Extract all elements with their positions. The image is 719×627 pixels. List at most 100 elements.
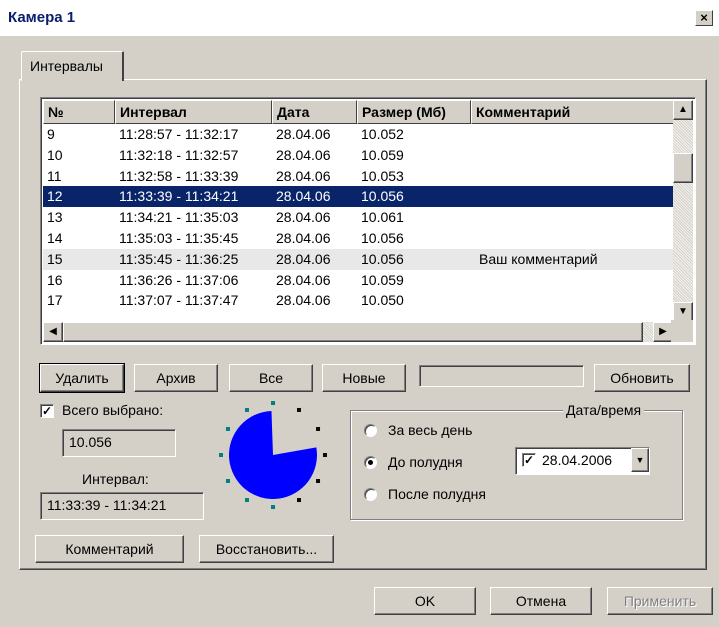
- cell-interval: 11:32:58 - 11:33:39: [119, 167, 239, 184]
- date-dropdown-button[interactable]: ▼: [631, 448, 649, 472]
- dialog-button-bar: OK Отмена Применить: [0, 574, 719, 627]
- cell-interval: 11:33:39 - 11:34:21: [119, 188, 239, 205]
- delete-button[interactable]: Удалить: [39, 363, 125, 393]
- radio-after-noon[interactable]: [364, 488, 377, 501]
- cell-number: 13: [47, 209, 63, 226]
- column-header-date[interactable]: Дата: [272, 100, 357, 124]
- vertical-scroll-thumb[interactable]: [673, 153, 693, 183]
- table-row[interactable]: 9 11:28:57 - 11:32:17 28.04.06 10.052: [43, 124, 675, 145]
- total-selected-field: 10.056: [62, 429, 176, 457]
- arrow-down-icon: ▼: [678, 306, 688, 317]
- clock-hour-mark: [245, 407, 249, 412]
- table-row[interactable]: 10 11:32:18 - 11:32:57 28.04.06 10.059: [43, 145, 675, 166]
- clock-hour-mark: [297, 498, 301, 503]
- clock-hour-mark: [219, 453, 223, 457]
- cell-date: 28.04.06: [276, 250, 331, 267]
- column-header-interval[interactable]: Интервал: [115, 100, 272, 124]
- cell-size: 10.059: [361, 146, 404, 163]
- cell-date: 28.04.06: [276, 126, 331, 142]
- cell-number: 12: [47, 188, 63, 205]
- scroll-right-button[interactable]: ▶: [653, 322, 673, 342]
- table-row[interactable]: 16 11:36:26 - 11:37:06 28.04.06 10.059: [43, 270, 675, 291]
- scroll-corner: [671, 320, 693, 342]
- cell-size: 10.052: [361, 126, 404, 142]
- cell-interval: 11:37:07 - 11:37:47: [119, 292, 239, 309]
- column-header-size[interactable]: Размер (Мб): [357, 100, 471, 124]
- date-enabled-checkbox[interactable]: ✓: [522, 453, 536, 467]
- clock-hour-mark: [316, 479, 321, 483]
- cell-number: 16: [47, 271, 63, 288]
- table-row[interactable]: 13 11:34:21 - 11:35:03 28.04.06 10.061: [43, 207, 675, 228]
- cell-comment: [471, 186, 675, 207]
- cancel-button[interactable]: Отмена: [490, 587, 592, 615]
- cell-date: 28.04.06: [276, 209, 331, 226]
- table-row[interactable]: 15 11:35:45 - 11:36:25 28.04.06 10.056 Ваш к…: [43, 248, 675, 270]
- intervals-table[interactable]: № Интервал Дата Размер (Мб) Комментарий …: [40, 97, 696, 345]
- cell-size: 10.059: [361, 271, 404, 288]
- radio-selected-dot: [368, 460, 373, 465]
- window-title: Камера 1: [8, 9, 76, 26]
- restore-button[interactable]: Восстановить...: [199, 535, 334, 563]
- chevron-down-icon: ▼: [635, 455, 645, 465]
- refresh-button[interactable]: Обновить: [594, 364, 690, 392]
- total-selected-label: Всего выбрано:: [62, 402, 164, 418]
- table-body: 9 11:28:57 - 11:32:17 28.04.06 10.052 10 11:3…: [43, 124, 675, 311]
- cell-size: 10.056: [361, 250, 404, 267]
- tab-intervals[interactable]: Интервалы: [21, 51, 124, 81]
- cell-comment: [471, 270, 675, 291]
- table-row[interactable]: 17 11:37:07 - 11:37:47 28.04.06 10.050: [43, 290, 675, 311]
- clock-hour-mark: [245, 498, 249, 503]
- clock-hour-mark: [316, 427, 321, 431]
- close-button[interactable]: ×: [695, 10, 713, 26]
- radio-after-noon-label[interactable]: После полудня: [388, 486, 486, 502]
- date-value[interactable]: 28.04.2006: [542, 452, 612, 468]
- cell-size: 10.053: [361, 167, 404, 184]
- cell-date: 28.04.06: [276, 292, 331, 309]
- cell-number: 14: [47, 229, 63, 246]
- table-row[interactable]: 12 11:33:39 - 11:34:21 28.04.06 10.056: [43, 186, 675, 208]
- cell-comment: [471, 290, 675, 311]
- cell-comment: [471, 207, 675, 228]
- cell-size: 10.056: [361, 188, 404, 205]
- cell-date: 28.04.06: [276, 188, 331, 205]
- date-picker[interactable]: ✓ 28.04.2006 ▼: [515, 447, 650, 475]
- comment-button[interactable]: Комментарий: [35, 535, 184, 563]
- apply-button: Применить: [607, 587, 713, 615]
- cell-size: 10.050: [361, 292, 404, 309]
- new-button[interactable]: Новые: [322, 364, 406, 392]
- cell-interval: 11:32:18 - 11:32:57: [119, 146, 239, 163]
- table-header: № Интервал Дата Размер (Мб) Комментарий: [43, 100, 675, 124]
- clock-hour-mark: [225, 427, 230, 431]
- clock-hour-mark: [271, 505, 275, 509]
- total-selected-checkbox[interactable]: ✓: [40, 404, 54, 418]
- cell-comment: [471, 124, 675, 145]
- table-row[interactable]: 14 11:35:03 - 11:35:45 28.04.06 10.056: [43, 228, 675, 249]
- all-button[interactable]: Все: [229, 364, 313, 392]
- radio-before-noon-label[interactable]: До полудня: [388, 454, 463, 470]
- clock-hour-mark: [225, 479, 230, 483]
- table-row[interactable]: 11 11:32:58 - 11:33:39 28.04.06 10.053: [43, 166, 675, 187]
- dialog-window: Камера 1 × Интервалы № Интервал Дата Раз…: [0, 0, 719, 627]
- scroll-left-button[interactable]: ◀: [43, 322, 63, 342]
- clock-pie-icon: [219, 401, 327, 509]
- column-header-comment[interactable]: Комментарий: [471, 100, 675, 124]
- vertical-scrollbar[interactable]: ▲ ▼: [673, 100, 693, 322]
- column-header-number[interactable]: №: [43, 100, 115, 124]
- ok-button[interactable]: OK: [374, 587, 476, 615]
- close-icon: ×: [700, 10, 708, 25]
- scroll-up-button[interactable]: ▲: [673, 100, 693, 120]
- radio-before-noon[interactable]: [364, 456, 377, 469]
- tab-intervals-label: Интервалы: [30, 58, 103, 74]
- cell-date: 28.04.06: [276, 167, 331, 184]
- horizontal-scrollbar[interactable]: ◀ ▶: [43, 322, 673, 342]
- arrow-left-icon: ◀: [49, 326, 57, 337]
- cell-number: 10: [47, 146, 63, 163]
- cell-number: 9: [47, 126, 55, 142]
- progress-bar: [419, 365, 584, 387]
- scroll-down-button[interactable]: ▼: [673, 302, 693, 322]
- radio-whole-day-label[interactable]: За весь день: [388, 422, 472, 438]
- archive-button[interactable]: Архив: [134, 364, 218, 392]
- horizontal-scroll-thumb[interactable]: [63, 322, 643, 342]
- cell-interval: 11:34:21 - 11:35:03: [119, 209, 239, 226]
- radio-whole-day[interactable]: [364, 424, 377, 437]
